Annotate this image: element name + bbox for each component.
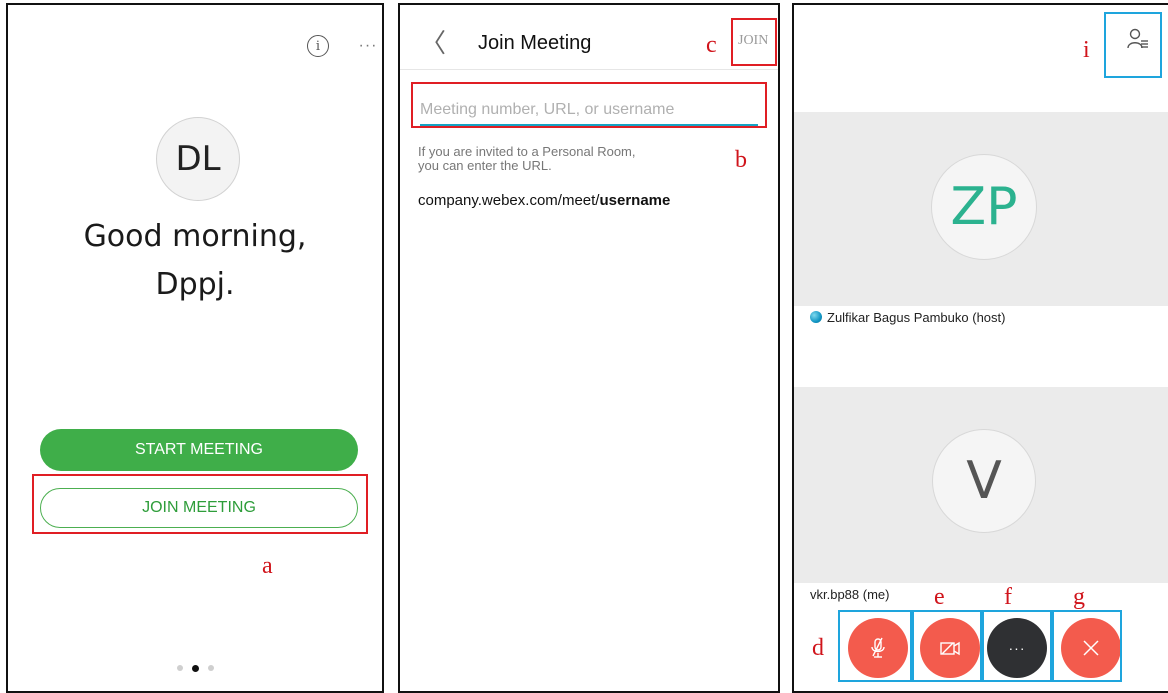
annotation-label-d: d [812, 635, 824, 661]
back-icon[interactable]: 〈 [420, 23, 446, 60]
info-glyph: i [315, 38, 321, 54]
url-example-username: username [599, 192, 671, 209]
annotation-box-i [1104, 12, 1162, 78]
participant-name: vkr.bp88 (me) [810, 586, 890, 602]
avatar-initials: DL [175, 139, 221, 179]
back-glyph: 〈 [420, 29, 447, 59]
personal-room-hint: If you are invited to a Personal Room, y… [418, 145, 718, 173]
participant-initials: ZP [950, 177, 1018, 237]
url-example-prefix: company.webex.com/meet/ [418, 192, 600, 209]
annotation-label-a: a [262, 553, 273, 579]
greeting-line-2: Dppj. [155, 267, 235, 302]
participant-video-tile: V [794, 387, 1168, 583]
header-bar: 〈 Join Meeting JOIN [400, 5, 778, 70]
meeting-screen: ZP Zulfikar Bagus Pambuko (host) V vkr.b… [792, 3, 1168, 693]
page-indicator [8, 664, 382, 672]
participant-name: Zulfikar Bagus Pambuko (host) [827, 309, 1006, 325]
participant-video-tile: ZP [794, 112, 1168, 306]
start-meeting-label: START MEETING [134, 441, 263, 458]
host-status-icon [810, 311, 822, 323]
greeting-line-1: Good morning, [83, 219, 307, 254]
annotation-box-d [838, 610, 912, 682]
annotation-box-c [731, 18, 777, 66]
hint-line-1: If you are invited to a Personal Room, [418, 144, 636, 159]
annotation-box-f [982, 610, 1052, 682]
annotation-label-f: f [1004, 584, 1012, 610]
participant-initials: V [966, 451, 1002, 511]
annotation-label-e: e [934, 584, 945, 610]
url-example: company.webex.com/meet/username [418, 192, 670, 209]
annotation-box-e [912, 610, 982, 682]
annotation-label-c: c [706, 32, 717, 58]
participant-avatar: V [932, 429, 1036, 533]
page-dot-active [191, 664, 199, 672]
annotation-box-b [411, 82, 767, 128]
info-icon[interactable]: i [307, 35, 329, 57]
annotation-box-g [1052, 610, 1122, 682]
annotation-label-g: g [1073, 584, 1085, 610]
more-horizontal-icon[interactable]: ··· [357, 35, 379, 57]
participant-avatar: ZP [931, 154, 1037, 260]
home-screen: i ··· DL Good morning, Dppj. START MEETI… [6, 3, 384, 693]
participant-name-bar: Zulfikar Bagus Pambuko (host) [794, 306, 1168, 328]
participant-name-bar: vkr.bp88 (me) [794, 583, 1168, 605]
more-glyph: ··· [358, 37, 378, 54]
page-dot [176, 665, 183, 671]
annotation-label-b: b [735, 147, 747, 173]
hint-line-2: you can enter the URL. [418, 158, 552, 173]
page-dot [207, 665, 214, 671]
avatar: DL [156, 117, 240, 201]
page-title: Join Meeting [478, 32, 592, 54]
annotation-label-i: i [1083, 37, 1090, 63]
start-meeting-button[interactable]: START MEETING [40, 429, 358, 471]
annotation-box-a [32, 474, 368, 534]
